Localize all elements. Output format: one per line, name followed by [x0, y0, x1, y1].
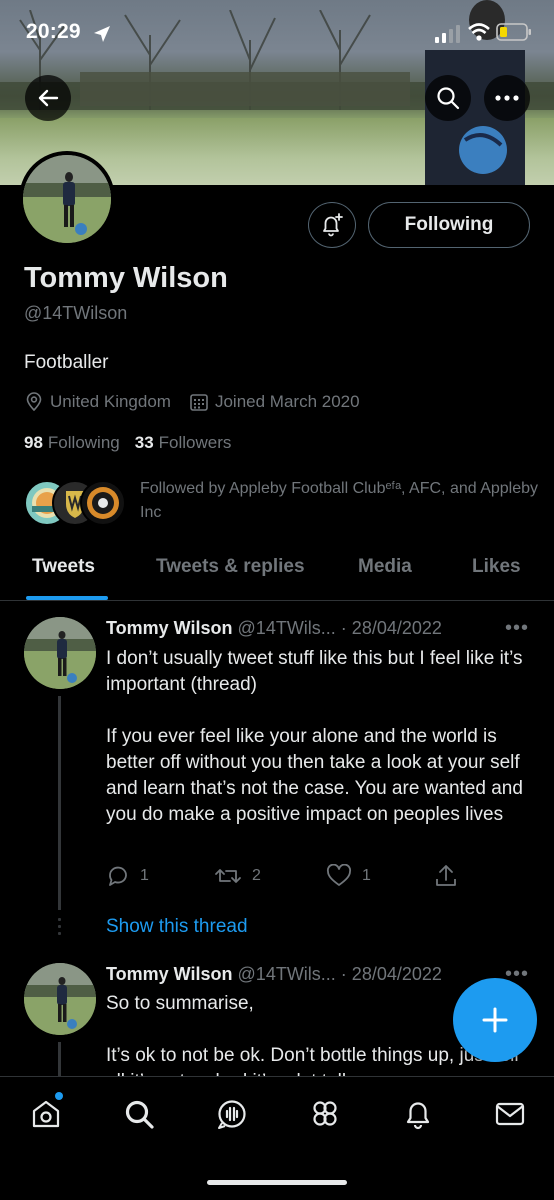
tab-media[interactable]: Media — [358, 556, 412, 578]
notification-bell-button[interactable] — [308, 202, 356, 248]
signal-icon — [435, 25, 460, 43]
heart-icon — [327, 864, 351, 886]
profile-display-name: Tommy Wilson — [24, 262, 228, 294]
reply-button[interactable]: 1 — [106, 864, 149, 888]
tweet-handle-date: @14TWils... · 28/04/2022 — [237, 964, 442, 984]
following-count: 98 — [24, 433, 43, 452]
tweet-handle-date: @14TWils... · 28/04/2022 — [237, 618, 442, 638]
home-notification-dot — [55, 1092, 63, 1100]
bell-plus-icon — [323, 213, 343, 237]
retweet-icon — [215, 869, 241, 883]
followed-by-avatars[interactable] — [24, 480, 128, 526]
retweet-button[interactable]: 2 — [214, 864, 261, 888]
tweet-actions: 1 2 1 — [106, 864, 466, 892]
calendar-icon — [190, 394, 208, 411]
messages-icon — [495, 1102, 525, 1126]
plus-icon — [482, 1007, 508, 1033]
spaces-icon — [218, 1100, 246, 1129]
active-tab-indicator — [26, 596, 108, 600]
show-thread-link[interactable]: Show this thread — [106, 916, 248, 938]
nav-communities[interactable] — [308, 1097, 342, 1131]
thread-connector — [58, 1042, 61, 1076]
reply-count: 1 — [140, 867, 149, 884]
like-button[interactable]: 1 — [326, 864, 371, 888]
profile-tabs: Tweets Tweets & replies Media Likes — [0, 540, 554, 601]
search-icon — [437, 87, 460, 110]
compose-tweet-button[interactable] — [453, 978, 537, 1062]
avatar-image — [23, 155, 111, 243]
profile-meta: United Kingdom Joined March 2020 — [24, 390, 360, 414]
thread-connector — [58, 696, 61, 910]
location-arrow-icon — [94, 26, 110, 42]
tweet-author-name[interactable]: Tommy Wilson — [106, 618, 233, 638]
profile-joined: Joined March 2020 — [214, 392, 360, 411]
profile-handle: @14TWilson — [24, 303, 128, 323]
nav-spaces[interactable] — [215, 1097, 249, 1131]
notifications-icon — [406, 1102, 430, 1130]
search-button[interactable] — [425, 75, 471, 121]
reply-icon — [109, 866, 127, 886]
follow-counts: 98 Following 33 Followers — [24, 433, 231, 453]
wifi-icon — [468, 23, 490, 41]
share-button[interactable] — [434, 864, 468, 888]
thread-dots — [58, 918, 61, 936]
following-label: Following — [47, 433, 120, 452]
search-icon — [125, 1100, 154, 1129]
following-count-link[interactable]: 98 Following — [24, 433, 120, 453]
location-pin-icon — [26, 392, 42, 412]
tweet-more-button[interactable]: ••• — [505, 617, 529, 640]
tweet-text-1: I don’t usually tweet stuff like this bu… — [106, 648, 523, 695]
more-icon — [495, 95, 519, 101]
tweet-avatar[interactable] — [24, 963, 96, 1035]
profile-bio: Footballer — [24, 352, 109, 373]
nav-messages[interactable] — [493, 1097, 527, 1131]
tab-tweets-replies[interactable]: Tweets & replies — [156, 556, 305, 578]
tweet-text-2: If you ever feel like your alone and the… — [106, 726, 523, 825]
followers-count: 33 — [134, 433, 154, 452]
tweet-header: Tommy Wilson @14TWils... · 28/04/2022 — [106, 618, 442, 639]
nav-home[interactable] — [29, 1097, 63, 1131]
nav-notifications[interactable] — [401, 1097, 435, 1131]
followers-count-link[interactable]: 33 Followers — [135, 433, 232, 453]
profile-avatar[interactable] — [19, 151, 115, 247]
status-time: 20:29 — [26, 20, 81, 43]
tab-tweets[interactable]: Tweets — [32, 556, 95, 578]
profile-location: United Kingdom — [50, 392, 171, 411]
like-count: 1 — [362, 867, 371, 884]
following-button[interactable]: Following — [368, 202, 530, 248]
home-icon — [32, 1100, 60, 1128]
nav-search[interactable] — [122, 1097, 156, 1131]
retweet-count: 2 — [252, 867, 261, 884]
followed-by-avatar-3 — [80, 480, 126, 526]
tab-likes[interactable]: Likes — [472, 556, 521, 578]
share-icon — [436, 865, 456, 886]
followed-by-text[interactable]: Followed by Appleby Football Clubᵉᶠᵃ, AF… — [140, 477, 540, 525]
more-button[interactable] — [484, 75, 530, 121]
back-button[interactable] — [25, 75, 71, 121]
tweet-avatar[interactable] — [24, 617, 96, 689]
communities-icon — [313, 1101, 337, 1126]
followers-label: Followers — [158, 433, 232, 452]
tweet-author-name[interactable]: Tommy Wilson — [106, 964, 233, 984]
home-indicator[interactable] — [207, 1180, 347, 1185]
battery-icon — [496, 23, 531, 41]
back-arrow-icon — [38, 89, 59, 107]
tweet-header: Tommy Wilson @14TWils... · 28/04/2022 — [106, 964, 442, 985]
status-bar: 20:29 — [0, 0, 554, 64]
